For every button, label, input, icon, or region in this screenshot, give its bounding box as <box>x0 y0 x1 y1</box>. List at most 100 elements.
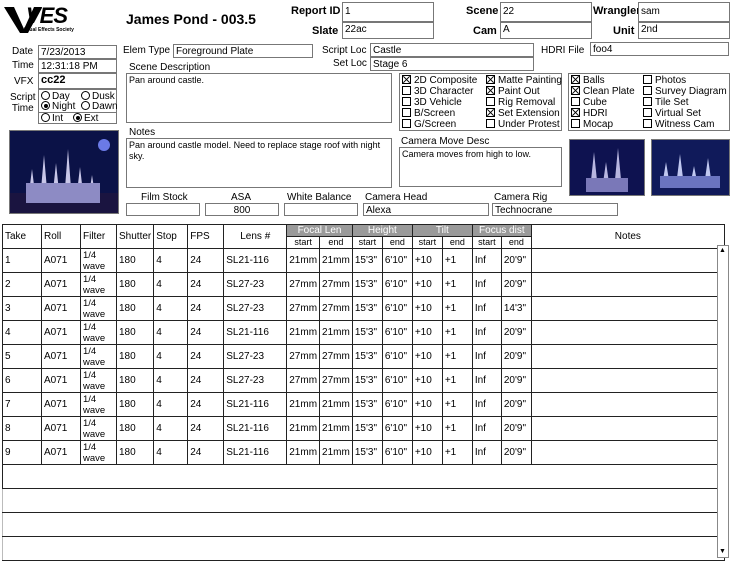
cell-height-start[interactable]: 15'3" <box>351 416 383 441</box>
radio-dawn[interactable]: Dawn <box>81 101 118 112</box>
cell-stop[interactable]: 4 <box>153 440 189 465</box>
cell-height-start[interactable]: 15'3" <box>351 392 383 417</box>
cell-lens[interactable]: SL21-116 <box>223 440 288 465</box>
cell-focus-start[interactable]: Inf <box>471 440 502 465</box>
cell-take[interactable]: 8 <box>2 416 42 441</box>
cell-fps[interactable]: 24 <box>187 440 225 465</box>
checkbox-survey-diagram[interactable]: Survey Diagram <box>643 86 727 97</box>
cell-shutter[interactable]: 180 <box>115 344 155 369</box>
cell-shutter[interactable]: 180 <box>115 248 155 273</box>
cell-focal-end[interactable]: 27mm <box>319 296 353 321</box>
cell-focus-start[interactable]: Inf <box>471 392 502 417</box>
cell-filter[interactable]: 1/4 wave <box>80 296 117 321</box>
cell-focus-start[interactable]: Inf <box>471 296 502 321</box>
table-row[interactable]: 4 A071 1/4 wave 180 4 24 SL21-116 21mm 21mm 15'3"… <box>2 320 725 345</box>
table-scrollbar[interactable]: ▲ ▼ <box>717 245 729 558</box>
checkbox-witness-cam[interactable]: Witness Cam <box>643 119 714 130</box>
cell-stop[interactable]: 4 <box>153 248 189 273</box>
checkbox-mocap[interactable]: Mocap <box>571 119 613 130</box>
cell-notes[interactable] <box>530 392 725 417</box>
table-row-empty[interactable] <box>2 512 725 537</box>
cell-focal-end[interactable]: 27mm <box>319 344 353 369</box>
checkbox-under-protest[interactable]: Under Protest <box>486 119 560 130</box>
cell-lens[interactable]: SL21-116 <box>223 320 288 345</box>
cell-filter[interactable]: 1/4 wave <box>80 272 117 297</box>
cell-take[interactable]: 9 <box>2 440 42 465</box>
cell-notes[interactable] <box>530 368 725 393</box>
cell-filter[interactable]: 1/4 wave <box>80 368 117 393</box>
cell-shutter[interactable]: 180 <box>115 416 155 441</box>
cell-focal-end[interactable]: 21mm <box>319 440 353 465</box>
cell-lens[interactable]: SL21-116 <box>223 248 288 273</box>
cell-roll[interactable]: A071 <box>41 272 81 297</box>
cell-stop[interactable]: 4 <box>153 368 189 393</box>
cell-height-end[interactable]: 6'10" <box>381 344 413 369</box>
cell-filter[interactable]: 1/4 wave <box>80 320 117 345</box>
cell-tilt-start[interactable]: +10 <box>411 248 443 273</box>
table-row[interactable]: 1 A071 1/4 wave 180 4 24 SL21-116 21mm 21mm 15'3"… <box>2 248 725 273</box>
cell-focal-start[interactable]: 27mm <box>286 368 321 393</box>
cell-empty[interactable] <box>2 488 725 513</box>
cell-fps[interactable]: 24 <box>187 368 225 393</box>
cell-focal-start[interactable]: 27mm <box>286 296 321 321</box>
cell-shutter[interactable]: 180 <box>115 392 155 417</box>
table-row[interactable]: 6 A071 1/4 wave 180 4 24 SL27-23 27mm 27mm 15'3" 6… <box>2 368 725 393</box>
cell-tilt-start[interactable]: +10 <box>411 296 443 321</box>
cell-height-end[interactable]: 6'10" <box>381 416 413 441</box>
cell-tilt-end[interactable]: +1 <box>441 416 473 441</box>
film-stock-field[interactable] <box>126 203 200 216</box>
notes-field[interactable]: Pan around castle model. Need to replace… <box>126 138 392 188</box>
cell-lens[interactable]: SL27-23 <box>223 344 288 369</box>
cell-notes[interactable] <box>530 440 725 465</box>
cell-tilt-start[interactable]: +10 <box>411 440 443 465</box>
cell-stop[interactable]: 4 <box>153 344 189 369</box>
castle-photo-2[interactable] <box>569 139 645 196</box>
script-loc-field[interactable]: Castle <box>370 43 534 57</box>
cell-focal-end[interactable]: 27mm <box>319 272 353 297</box>
cell-tilt-end[interactable]: +1 <box>441 368 473 393</box>
cell-tilt-start[interactable]: +10 <box>411 368 443 393</box>
cell-fps[interactable]: 24 <box>187 392 225 417</box>
cell-fps[interactable]: 24 <box>187 416 225 441</box>
table-row[interactable]: 9 A071 1/4 wave 180 4 24 SL21-116 21mm 21mm 15'3"… <box>2 440 725 465</box>
checkbox-photos[interactable]: Photos <box>643 75 686 86</box>
castle-photo-main[interactable] <box>9 130 119 214</box>
cell-tilt-start[interactable]: +10 <box>411 344 443 369</box>
cell-height-end[interactable]: 6'10" <box>381 368 413 393</box>
cell-focus-end[interactable]: 20'9" <box>500 392 532 417</box>
checkbox-balls[interactable]: Balls <box>571 75 605 86</box>
scene-description-field[interactable]: Pan around castle. <box>126 73 392 123</box>
cell-tilt-end[interactable]: +1 <box>441 248 473 273</box>
radio-int[interactable]: Int <box>41 113 63 124</box>
cell-focal-start[interactable]: 21mm <box>286 416 321 441</box>
cell-shutter[interactable]: 180 <box>115 296 155 321</box>
cell-filter[interactable]: 1/4 wave <box>80 416 117 441</box>
cell-focal-end[interactable]: 21mm <box>319 416 353 441</box>
cell-focus-start[interactable]: Inf <box>471 320 502 345</box>
table-row-empty[interactable] <box>2 464 725 489</box>
cell-tilt-start[interactable]: +10 <box>411 392 443 417</box>
date-field[interactable]: 7/23/2013 <box>38 45 117 59</box>
unit-field[interactable]: 2nd <box>638 22 730 39</box>
cell-filter[interactable]: 1/4 wave <box>80 440 117 465</box>
cell-tilt-end[interactable]: +1 <box>441 440 473 465</box>
cell-roll[interactable]: A071 <box>41 320 81 345</box>
elem-type-field[interactable]: Foreground Plate <box>173 44 313 58</box>
cell-height-end[interactable]: 6'10" <box>381 248 413 273</box>
cell-notes[interactable] <box>530 272 725 297</box>
cell-take[interactable]: 6 <box>2 368 42 393</box>
cell-lens[interactable]: SL27-23 <box>223 296 288 321</box>
checkbox-hdri[interactable]: HDRI <box>571 108 607 119</box>
cell-focus-start[interactable]: Inf <box>471 416 502 441</box>
cell-take[interactable]: 2 <box>2 272 42 297</box>
cell-roll[interactable]: A071 <box>41 368 81 393</box>
cell-shutter[interactable]: 180 <box>115 272 155 297</box>
cell-stop[interactable]: 4 <box>153 320 189 345</box>
cell-height-end[interactable]: 6'10" <box>381 320 413 345</box>
cell-focal-start[interactable]: 21mm <box>286 392 321 417</box>
cell-height-end[interactable]: 6'10" <box>381 272 413 297</box>
checkbox-clean-plate[interactable]: Clean Plate <box>571 86 635 97</box>
cell-fps[interactable]: 24 <box>187 344 225 369</box>
cell-empty[interactable] <box>2 464 725 489</box>
cell-height-end[interactable]: 6'10" <box>381 440 413 465</box>
